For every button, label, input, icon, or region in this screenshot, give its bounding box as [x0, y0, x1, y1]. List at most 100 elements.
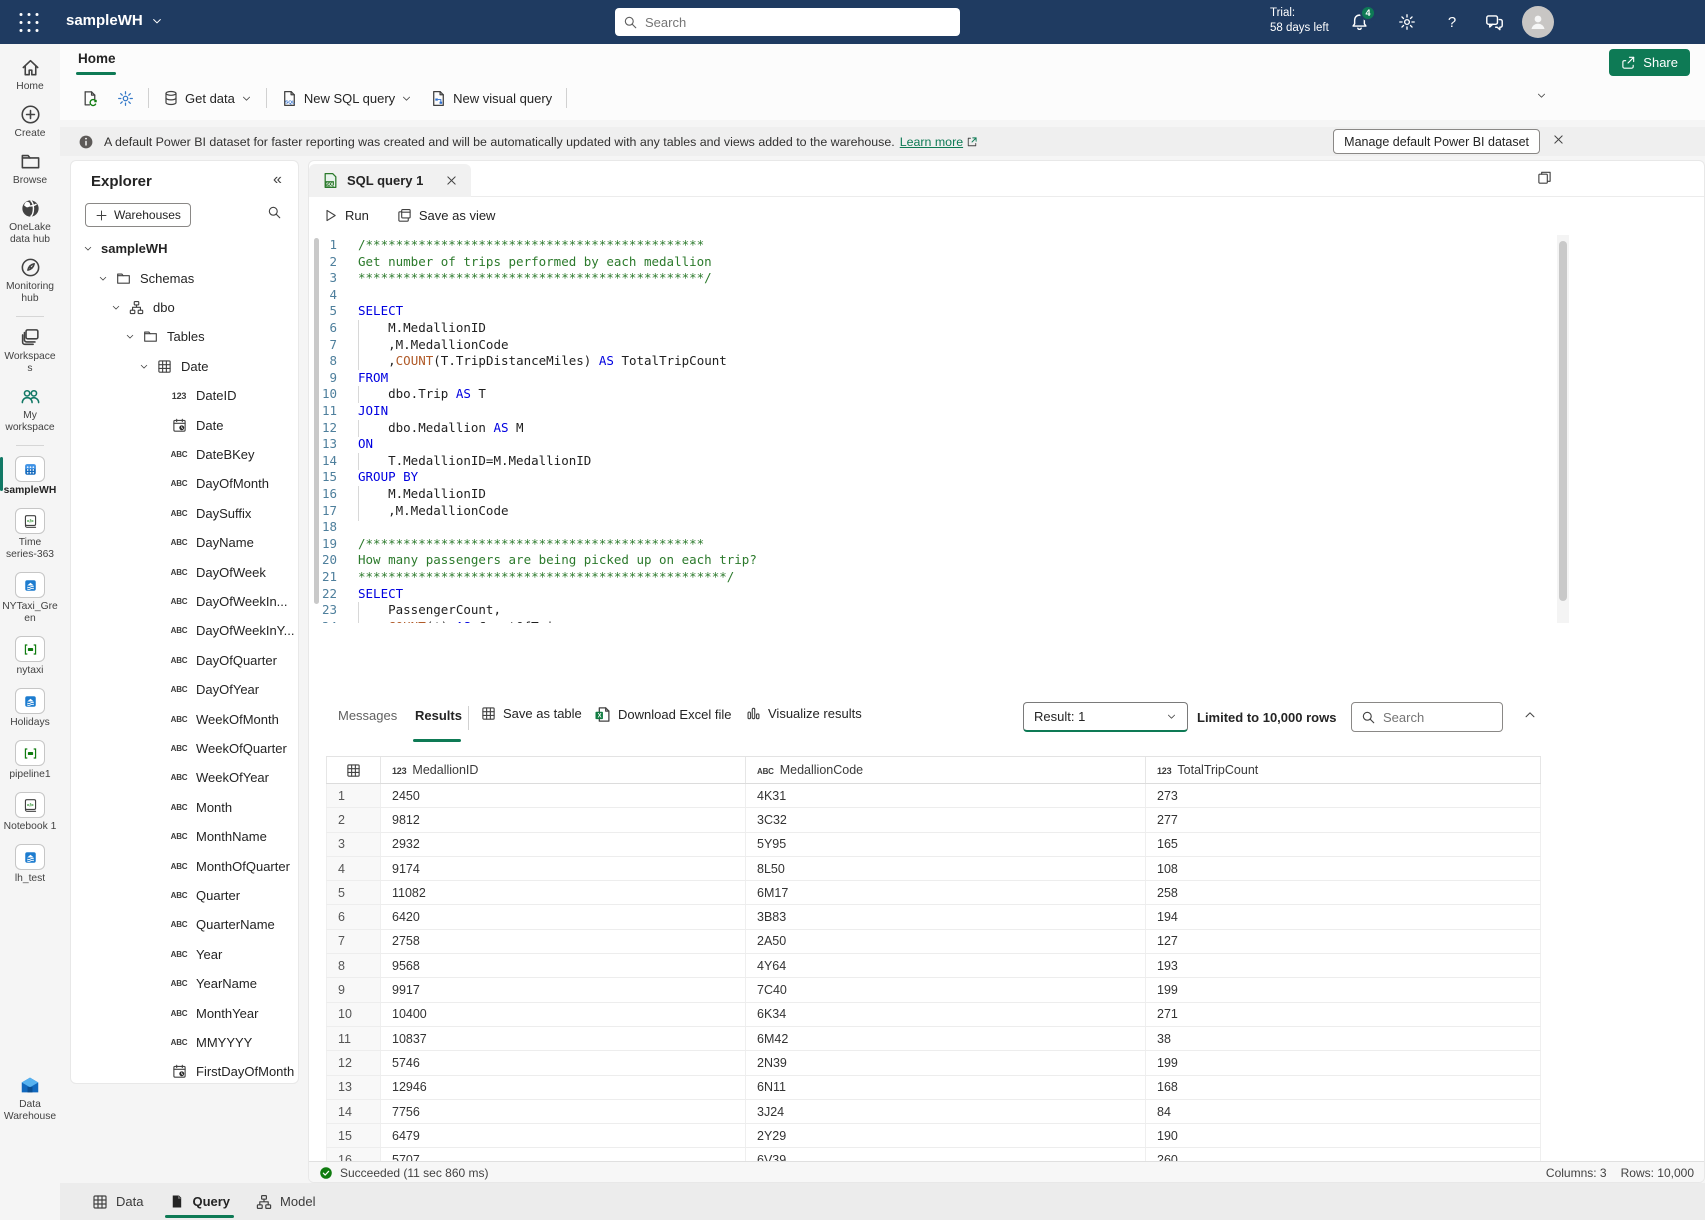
run-button[interactable]: Run [323, 208, 369, 223]
chevron-expanded-icon[interactable] [125, 331, 135, 342]
tab-messages[interactable]: Messages [338, 708, 397, 723]
sidebar-item-samplewh[interactable]: sampleWH [0, 451, 60, 503]
collapse-results-chevron-icon[interactable] [1523, 708, 1537, 722]
close-tab-icon[interactable] [445, 174, 458, 187]
sidebar-item-browse[interactable]: Browse [0, 146, 60, 193]
column-header-totaltripcount[interactable]: 123TotalTripCount [1146, 757, 1541, 783]
learn-more-link[interactable]: Learn more [900, 135, 978, 149]
tree-item-date[interactable]: Date [71, 352, 299, 381]
tree-item-weekofquarter[interactable]: ABCWeekOfQuarter [71, 734, 299, 763]
table-row[interactable]: 1657076V39260 [326, 1148, 1541, 1161]
sidebar-item-nytaxi-green[interactable]: NYTaxi_Green [0, 567, 60, 631]
tree-item-date[interactable]: Date [71, 410, 299, 439]
table-row[interactable]: 5110826M17258 [326, 881, 1541, 905]
view-tab-query[interactable]: Query [165, 1183, 234, 1220]
results-search-input[interactable] [1383, 710, 1493, 725]
tree-item-dayofweek[interactable]: ABCDayOfWeek [71, 557, 299, 586]
tree-item-dayofweekiny-[interactable]: ABCDayOfWeekInY... [71, 616, 299, 645]
table-row[interactable]: 298123C32277 [326, 808, 1541, 832]
table-row[interactable]: 329325Y95165 [326, 833, 1541, 857]
sidebar-item-workspaces[interactable]: Workspaces [0, 322, 60, 381]
sidebar-item-home[interactable]: Home [0, 52, 60, 99]
visualize-results-button[interactable]: Visualize results [746, 706, 862, 721]
table-row[interactable]: 491748L50108 [326, 857, 1541, 881]
column-header-medallionid[interactable]: 123MedallionID [381, 757, 746, 783]
table-row[interactable]: 11108376M4238 [326, 1027, 1541, 1051]
select-all-grid-icon[interactable] [326, 757, 381, 783]
editor-scrollbar-thumb[interactable] [1559, 241, 1567, 601]
result-selector-dropdown[interactable]: Result: 1 [1023, 702, 1188, 732]
save-as-table-button[interactable]: Save as table [481, 706, 582, 721]
sidebar-item-holidays[interactable]: Holidays [0, 683, 60, 735]
tree-item-samplewh[interactable]: sampleWH [71, 234, 299, 263]
tree-item-quartername[interactable]: ABCQuarterName [71, 910, 299, 939]
tree-item-month[interactable]: ABCMonth [71, 793, 299, 822]
tree-item-dayofquarter[interactable]: ABCDayOfQuarter [71, 646, 299, 675]
sidebar-item-time-series-363[interactable]: </>Time series-363 [0, 503, 60, 567]
sidebar-item-my-workspace[interactable]: My workspace [0, 381, 60, 440]
tab-home[interactable]: Home [78, 51, 116, 66]
tree-item-dayofweekin-[interactable]: ABCDayOfWeekIn... [71, 587, 299, 616]
add-warehouses-button[interactable]: Warehouses [85, 203, 191, 227]
app-launcher-icon[interactable] [18, 13, 40, 32]
table-row[interactable]: 1564792Y29190 [326, 1124, 1541, 1148]
sidebar-item-lh-test[interactable]: lh_test [0, 839, 60, 891]
get-data-button[interactable]: Get data [159, 86, 256, 110]
avatar[interactable] [1522, 6, 1554, 38]
tree-item-dayname[interactable]: ABCDayName [71, 528, 299, 557]
tree-item-monthofquarter[interactable]: ABCMonthOfQuarter [71, 851, 299, 880]
tree-item-monthname[interactable]: ABCMonthName [71, 822, 299, 851]
new-visual-query-button[interactable]: New visual query [426, 86, 556, 111]
query-tab[interactable]: SQL SQL query 1 [309, 164, 471, 197]
sidebar-item-create[interactable]: Create [0, 99, 60, 146]
new-sql-query-button[interactable]: SQL New SQL query [277, 86, 416, 111]
results-search[interactable] [1351, 702, 1503, 732]
sidebar-item-monitoring-hub[interactable]: Monitoring hub [0, 252, 60, 311]
explorer-search-icon[interactable] [267, 205, 282, 220]
tree-item-tables[interactable]: Tables [71, 322, 299, 351]
share-button[interactable]: Share [1609, 49, 1690, 76]
tree-item-dateid[interactable]: 123DateID [71, 381, 299, 410]
ribbon-collapse-chevron-icon[interactable] [1536, 90, 1547, 101]
chevron-expanded-icon[interactable] [98, 273, 108, 284]
help-icon[interactable]: ? [1441, 11, 1463, 33]
tree-item-yearname[interactable]: ABCYearName [71, 969, 299, 998]
tree-item-schemas[interactable]: Schemas [71, 263, 299, 292]
global-search[interactable] [615, 8, 960, 36]
tree-item-dayofmonth[interactable]: ABCDayOfMonth [71, 469, 299, 498]
table-row[interactable]: 1257462N39199 [326, 1051, 1541, 1075]
table-row[interactable]: 1477563J2484 [326, 1100, 1541, 1124]
copy-icon[interactable] [1537, 170, 1552, 185]
banner-close-icon[interactable] [1552, 133, 1565, 146]
table-row[interactable]: 664203B83194 [326, 905, 1541, 929]
sidebar-item-data-warehouse[interactable]: Data Warehouse [0, 1074, 60, 1123]
tree-item-mmyyyy[interactable]: ABCMMYYYY [71, 1028, 299, 1057]
settings-gear-icon[interactable] [1396, 11, 1418, 33]
tree-item-year[interactable]: ABCYear [71, 940, 299, 969]
tree-item-weekofmonth[interactable]: ABCWeekOfMonth [71, 704, 299, 733]
chevron-expanded-icon[interactable] [111, 302, 121, 313]
explorer-collapse-icon[interactable]: « [273, 171, 282, 189]
tree-item-firstdayofmonth[interactable]: FirstDayOfMonth [71, 1057, 299, 1084]
save-as-view-button[interactable]: Save as view [397, 208, 496, 223]
view-tab-model[interactable]: Model [252, 1183, 319, 1220]
view-tab-data[interactable]: Data [88, 1183, 147, 1220]
tab-results[interactable]: Results [415, 708, 462, 723]
table-row[interactable]: 727582A50127 [326, 930, 1541, 954]
table-row[interactable]: 895684Y64193 [326, 954, 1541, 978]
chevron-expanded-icon[interactable] [83, 243, 93, 254]
settings-button[interactable] [113, 86, 138, 111]
tree-item-datebkey[interactable]: ABCDateBKey [71, 440, 299, 469]
download-excel-button[interactable]: X Download Excel file [594, 706, 731, 723]
tree-item-monthyear[interactable]: ABCMonthYear [71, 998, 299, 1027]
refresh-query-button[interactable] [78, 86, 103, 111]
sql-code-editor[interactable]: 1/**************************************… [309, 237, 1559, 623]
tree-item-quarter[interactable]: ABCQuarter [71, 881, 299, 910]
manage-dataset-button[interactable]: Manage default Power BI dataset [1333, 129, 1540, 154]
chevron-expanded-icon[interactable] [139, 361, 149, 372]
workspace-title[interactable]: sampleWH [66, 12, 163, 29]
tree-item-dayofyear[interactable]: ABCDayOfYear [71, 675, 299, 704]
global-search-input[interactable] [645, 15, 952, 30]
feedback-icon[interactable] [1483, 11, 1505, 33]
tree-item-daysuffix[interactable]: ABCDaySuffix [71, 499, 299, 528]
